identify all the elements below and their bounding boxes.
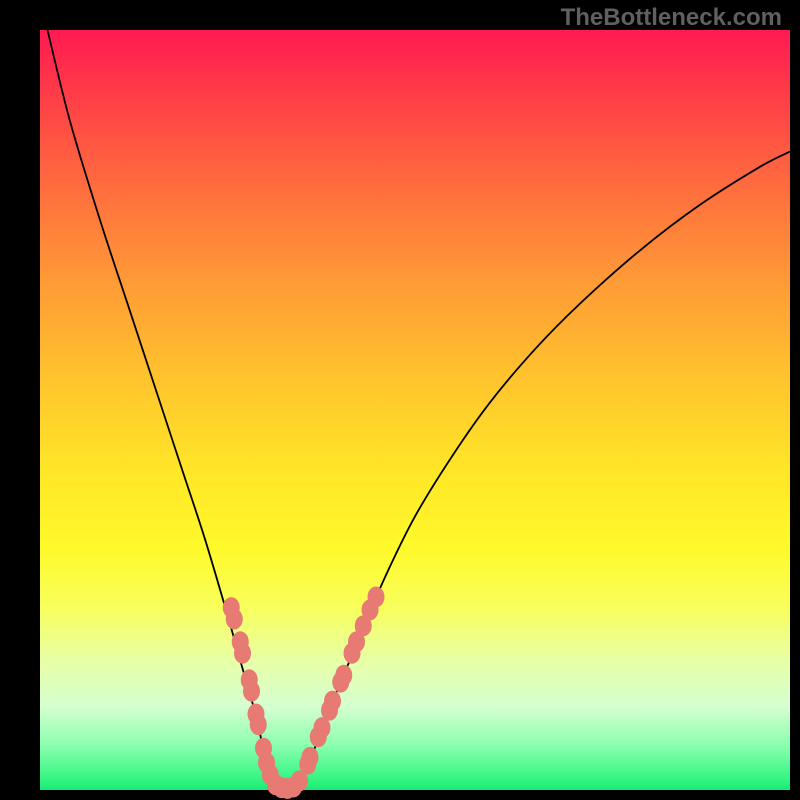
chart-frame: TheBottleneck.com <box>0 0 800 800</box>
bead-point <box>250 714 267 735</box>
bead-point <box>368 586 385 607</box>
bead-point <box>335 665 352 686</box>
bead-point <box>302 747 319 768</box>
bead-point <box>226 609 243 630</box>
bead-point <box>234 643 251 664</box>
plot-area <box>40 30 790 790</box>
bead-point <box>324 691 341 712</box>
bead-point <box>243 681 260 702</box>
beads-group <box>223 586 385 799</box>
bottleneck-curve <box>48 30 791 791</box>
watermark-text: TheBottleneck.com <box>561 4 782 32</box>
plot-svg <box>40 30 790 790</box>
